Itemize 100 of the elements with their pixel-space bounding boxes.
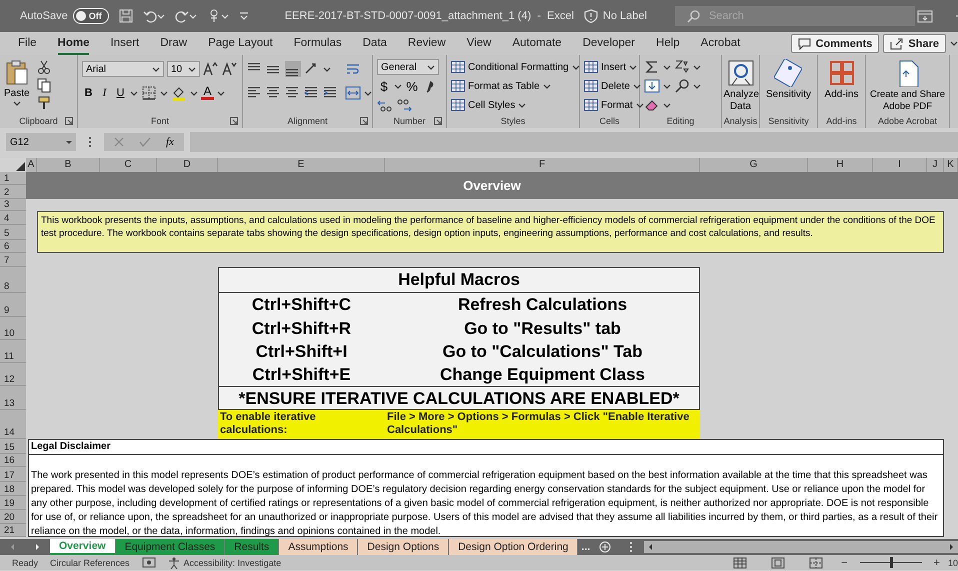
shrink-font-icon[interactable] <box>222 61 238 77</box>
row-header[interactable]: 17 <box>0 467 26 482</box>
brush-icon[interactable] <box>36 95 52 111</box>
row-header[interactable]: 2 <box>0 185 26 199</box>
ribbon-tab[interactable]: View <box>466 32 492 54</box>
ribbon-tab[interactable]: Data <box>362 32 387 54</box>
column-header[interactable]: J <box>927 158 944 172</box>
ribbon-large-button[interactable]: Add-ins <box>824 59 858 101</box>
caret-icon[interactable] <box>160 90 168 96</box>
row-header[interactable]: 5 <box>0 225 26 240</box>
row-header[interactable]: 10 <box>0 317 26 340</box>
formula-input[interactable] <box>190 132 958 152</box>
zoom-slider-thumb[interactable] <box>890 557 893 568</box>
ribbon-tab[interactable]: Formulas <box>294 32 342 54</box>
ribbon-large-button[interactable]: Analyze Data <box>724 59 758 113</box>
row-header[interactable]: 11 <box>0 340 26 363</box>
row-header[interactable]: 20 <box>0 510 26 524</box>
borders-icon[interactable] <box>141 85 157 101</box>
ribbon-tab[interactable]: File <box>18 32 37 54</box>
column-header[interactable]: B <box>37 158 100 172</box>
column-header[interactable]: I <box>873 158 927 172</box>
paste-button[interactable]: Paste <box>4 59 30 106</box>
sheet-tab[interactable]: Assumptions <box>279 539 358 555</box>
sheet-tab[interactable]: Design Options <box>358 539 450 555</box>
column-header[interactable]: C <box>100 158 157 172</box>
caret-icon[interactable] <box>663 64 671 70</box>
caret-icon[interactable] <box>950 41 958 46</box>
circular-references-status[interactable]: Circular References <box>50 558 130 568</box>
fill-color-icon[interactable] <box>171 85 187 101</box>
font-size-dropdown[interactable]: 10 <box>167 61 200 77</box>
sort-filter-icon[interactable] <box>674 59 690 75</box>
decrease-decimal-icon[interactable] <box>396 97 412 113</box>
ribbon-command[interactable]: Delete <box>584 78 644 94</box>
macro-recording-icon[interactable] <box>142 557 156 568</box>
row-header[interactable]: 8 <box>0 267 26 293</box>
ribbon-tab[interactable]: Insert <box>110 32 140 54</box>
caret-icon[interactable] <box>427 64 435 70</box>
sheet-tab[interactable]: Design Option Ordering <box>449 539 578 555</box>
ribbon-command[interactable]: Insert <box>584 59 644 75</box>
column-header[interactable]: E <box>218 158 385 172</box>
bold-button[interactable]: B <box>82 87 95 99</box>
row-header[interactable]: 21 <box>0 524 26 537</box>
caret-icon[interactable] <box>693 84 701 88</box>
italic-button[interactable]: I <box>98 87 111 99</box>
caret-icon[interactable] <box>663 84 671 88</box>
ribbon-large-button[interactable]: Create and Share Adobe PDF <box>866 59 950 113</box>
percent-button[interactable]: % <box>405 78 419 94</box>
caret-icon[interactable] <box>217 90 225 96</box>
row-header[interactable]: 14 <box>0 410 26 439</box>
sheet-tab[interactable]: Results <box>225 539 280 555</box>
more-sheets-label[interactable]: ... <box>581 541 590 553</box>
page-layout-icon[interactable] <box>771 556 786 568</box>
grow-font-icon[interactable] <box>203 61 219 77</box>
number-format-dropdown[interactable]: General <box>377 59 439 75</box>
ribbon-tab[interactable]: Automate <box>512 32 562 54</box>
undo-icon[interactable] <box>142 9 157 23</box>
search-icon[interactable] <box>674 78 690 94</box>
more-icon[interactable] <box>88 136 92 148</box>
caret-icon[interactable] <box>663 102 671 108</box>
normal-view-icon[interactable] <box>733 556 748 568</box>
sheet-tab[interactable]: Overview <box>50 539 116 555</box>
sum-icon[interactable] <box>644 59 660 75</box>
row-header[interactable]: 18 <box>0 482 26 496</box>
underline-button[interactable]: U <box>114 87 127 99</box>
ribbon-tab[interactable]: Draw <box>160 32 188 54</box>
next-sheet-icon[interactable] <box>34 543 41 551</box>
comments-button[interactable]: Comments <box>790 34 880 53</box>
caret-icon[interactable] <box>190 90 198 96</box>
ribbon-display-icon[interactable] <box>916 10 933 22</box>
ribbon-large-button[interactable]: Sensitivity <box>766 59 811 101</box>
add-sheet-icon[interactable] <box>599 541 612 553</box>
copy-icon[interactable] <box>36 77 52 93</box>
ribbon-command[interactable]: Format <box>584 97 644 113</box>
scroll-left-icon[interactable] <box>647 543 654 551</box>
column-header[interactable]: A <box>26 158 37 172</box>
ribbon-tab[interactable]: Review <box>408 32 446 54</box>
caret-icon[interactable] <box>152 66 160 72</box>
row-header[interactable]: 6 <box>0 240 26 253</box>
horizontal-scrollbar[interactable] <box>644 541 958 553</box>
insert-function-button[interactable]: fx <box>166 136 174 148</box>
align-bottom-icon[interactable] <box>285 61 301 77</box>
column-header[interactable]: D <box>157 158 218 172</box>
caret-icon[interactable] <box>188 66 196 72</box>
font-name-dropdown[interactable]: Arial <box>82 61 164 77</box>
sheet-tab[interactable]: Equipment Classes <box>116 539 226 555</box>
ribbon-tab[interactable]: Acrobat <box>700 32 740 54</box>
accessibility-status[interactable]: Accessibility: Investigate <box>168 556 282 568</box>
ribbon-command[interactable]: Cell Styles <box>451 97 580 113</box>
fill-down-icon[interactable] <box>644 78 660 94</box>
caret-icon[interactable] <box>394 84 402 88</box>
caret-icon[interactable] <box>693 64 701 70</box>
column-header[interactable]: F <box>385 158 700 172</box>
row-header[interactable]: 7 <box>0 253 26 267</box>
row-header[interactable]: 15 <box>0 439 26 454</box>
row-header[interactable]: 19 <box>0 496 26 510</box>
dialog-launcher-icon[interactable] <box>65 117 73 125</box>
font-color-button[interactable]: A <box>201 86 214 100</box>
row-header[interactable]: 4 <box>0 211 26 225</box>
ribbon-command[interactable]: Format as Table <box>451 78 580 94</box>
dialog-launcher-icon[interactable] <box>434 117 442 125</box>
